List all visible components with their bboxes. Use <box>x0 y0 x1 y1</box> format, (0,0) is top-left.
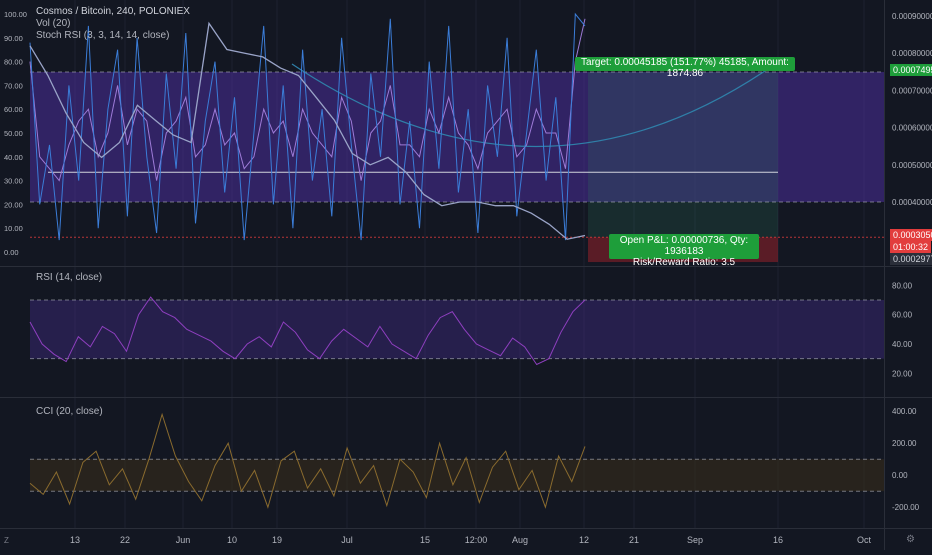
cci-band-fill <box>30 459 884 492</box>
symbol-title: Cosmos / Bitcoin, 240, POLONIEX <box>36 6 190 17</box>
target-label: Target: 0.00045185 (151.77%) 45185, Amou… <box>575 57 795 79</box>
stoch-rsi-label: Stoch RSI (3, 3, 14, 14, close) <box>36 30 170 41</box>
target-price-tag: 0.00074958 <box>890 64 932 76</box>
stop-price-tag: 0.00029773 <box>890 253 932 265</box>
stoch-axis-label: 0.00 <box>4 248 19 257</box>
cci-axis-label: -200.00 <box>892 503 920 512</box>
rsi-axis-label: 20.00 <box>892 369 913 378</box>
rsi-axis-label: 40.00 <box>892 340 913 349</box>
time-axis-label: 19 <box>272 535 282 545</box>
rsi-pane-label: RSI (14, close) <box>36 272 103 283</box>
time-axis-label: 12 <box>579 535 589 545</box>
time-axis-label: 21 <box>629 535 639 545</box>
time-axis-label: Oct <box>857 535 872 545</box>
price-axis-label: 0.00040000 <box>892 198 932 207</box>
stoch-axis-label: 70.00 <box>4 81 23 90</box>
time-axis-label: Aug <box>512 535 528 545</box>
rsi-band-fill <box>30 300 884 359</box>
stoch-axis-label: 50.00 <box>4 129 23 138</box>
settings-gear-icon[interactable]: ⚙ <box>906 534 915 545</box>
cci-axis-label: 200.00 <box>892 439 917 448</box>
time-axis-label: Jul <box>341 535 353 545</box>
volume-label: Vol (20) <box>36 18 71 29</box>
bar-timer-tag: 01:00:32 <box>890 241 932 253</box>
price-axis-label: 0.00080000 <box>892 49 932 58</box>
price-axis-label: 0.00070000 <box>892 86 932 95</box>
pnl-label: Open P&L: 0.00000736, Qty: 1936183 Risk/… <box>609 234 759 268</box>
timezone-button[interactable]: Z <box>4 536 9 545</box>
time-axis-label: Jun <box>176 535 191 545</box>
stoch-axis-label: 90.00 <box>4 34 23 43</box>
time-axis-label: 13 <box>70 535 80 545</box>
stoch-axis-label: 100.00 <box>4 10 27 19</box>
stoch-axis-label: 30.00 <box>4 177 23 186</box>
time-axis-label: 10 <box>227 535 237 545</box>
chart-stage: 100.00 90.00 80.00 70.00 60.00 50.00 40.00 30.0… <box>0 0 932 550</box>
pnl-line-1: Open P&L: 0.00000736, Qty: 1936183 <box>619 235 749 257</box>
time-axis-label: Sep <box>687 535 703 545</box>
stoch-axis-label: 10.00 <box>4 224 23 233</box>
stoch-axis-label: 80.00 <box>4 58 23 67</box>
price-axis-label: 0.00090000 <box>892 12 932 21</box>
time-axis-label: 15 <box>420 535 430 545</box>
cci-axis-label: 400.00 <box>892 407 917 416</box>
cci-pane-label: CCI (20, close) <box>36 406 103 417</box>
price-axis-label: 0.00060000 <box>892 124 932 133</box>
stoch-axis-label: 60.00 <box>4 105 23 114</box>
time-axis-label: 16 <box>773 535 783 545</box>
price-axis-label: 0.00050000 <box>892 161 932 170</box>
rsi-axis-label: 80.00 <box>892 281 913 290</box>
profit-zone <box>588 71 778 238</box>
pnl-line-2: Risk/Reward Ratio: 3.5 <box>632 257 736 268</box>
chart-svg: 100.0090.0080.0070.0060.0050.0040.0030.0… <box>0 0 932 550</box>
rsi-axis-label: 60.00 <box>892 311 913 320</box>
stoch-axis-label: 40.00 <box>4 153 23 162</box>
cci-axis-label: 0.00 <box>892 471 908 480</box>
current-price-tag: 0.00030509 <box>890 229 932 241</box>
stoch-axis-label: 20.00 <box>4 200 23 209</box>
time-axis-label: 22 <box>120 535 130 545</box>
time-axis-label: 12:00 <box>465 535 488 545</box>
